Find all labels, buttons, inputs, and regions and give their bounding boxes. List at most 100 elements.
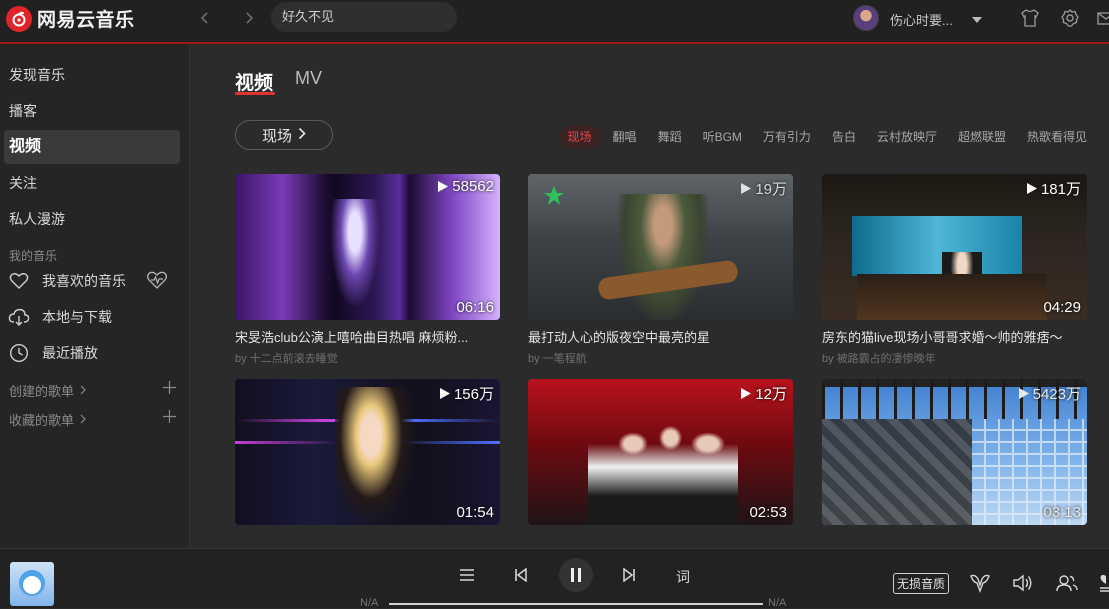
sidebar-item-liked-music[interactable]: 我喜欢的音乐 — [8, 266, 184, 296]
category-select-button[interactable]: 现场 — [235, 120, 333, 150]
my-music-header: 我的音乐 — [9, 249, 58, 263]
video-author-line: by 一笔程航 — [528, 353, 587, 365]
video-thumbnail[interactable]: 181万 04:29 — [822, 174, 1087, 320]
volume-icon[interactable] — [1011, 571, 1035, 595]
tag-cinema[interactable]: 云村放映厅 — [869, 125, 945, 148]
video-duration: 03:13 — [1043, 504, 1081, 521]
channel-logo-icon — [542, 184, 566, 208]
playlist-queue-icon[interactable] — [1094, 571, 1109, 595]
tag-cover[interactable]: 翻唱 — [605, 125, 645, 148]
play-count: 19万 — [741, 178, 787, 199]
tag-confession[interactable]: 告白 — [824, 125, 864, 148]
tag-dance[interactable]: 舞蹈 — [650, 125, 690, 148]
caret-down-icon[interactable] — [972, 12, 982, 27]
video-card[interactable]: 156万 01:54 — [235, 379, 500, 525]
video-author[interactable]: 一笔程航 — [543, 353, 587, 365]
pause-button[interactable] — [559, 558, 593, 592]
play-count: 58562 — [438, 178, 494, 195]
play-triangle-icon — [741, 388, 752, 399]
back-arrow-icon[interactable] — [194, 8, 216, 28]
play-count: 5423万 — [1018, 383, 1081, 404]
category-tags: 现场 翻唱 舞蹈 听BGM 万有引力 告白 云村放映厅 超燃联盟 热歌看得见 — [555, 125, 1095, 148]
progress-bar[interactable] — [389, 603, 763, 605]
sidebar: 发现音乐 播客 视频 关注 私人漫游 我的音乐 我喜欢的音乐 本地与下载 最近播… — [0, 44, 190, 548]
video-card[interactable]: 5423万 03:13 — [822, 379, 1087, 525]
sidebar-item-private-roam[interactable]: 私人漫游 — [4, 202, 180, 236]
forward-arrow-icon[interactable] — [238, 8, 260, 28]
main-content: 视频 MV 现场 现场 翻唱 舞蹈 听BGM 万有引力 告白 云村放映厅 超燃联… — [191, 44, 1109, 548]
sidebar-item-follow[interactable]: 关注 — [4, 166, 180, 200]
video-thumbnail[interactable]: 19万 — [528, 174, 793, 320]
search-input[interactable]: 好久不见 — [271, 2, 457, 32]
total-time: N/A — [768, 597, 787, 609]
video-author[interactable]: 被路霸占的凄惨晚年 — [837, 353, 936, 365]
pause-icon — [571, 568, 581, 582]
sidebar-item-label: 本地与下载 — [42, 309, 112, 325]
tag-burning[interactable]: 超燃联盟 — [950, 125, 1014, 148]
video-card[interactable]: 19万 最打动人心的版夜空中最亮的星 by 一笔程航 — [528, 174, 793, 366]
playlist-mode-icon[interactable] — [451, 559, 483, 591]
create-playlist-plus-icon[interactable] — [163, 378, 176, 399]
play-count: 181万 — [1026, 178, 1081, 199]
collected-playlists-toggle[interactable]: 收藏的歌单 — [9, 410, 86, 429]
user-avatar[interactable] — [853, 5, 879, 31]
play-triangle-icon — [438, 181, 449, 192]
skin-tshirt-icon[interactable] — [1019, 7, 1041, 29]
tag-gravity[interactable]: 万有引力 — [755, 125, 819, 148]
user-name[interactable]: 伤心时要... — [890, 10, 953, 29]
sidebar-item-discover[interactable]: 发现音乐 — [4, 58, 180, 92]
play-count: 12万 — [741, 383, 787, 404]
listen-together-icon[interactable] — [1055, 571, 1079, 595]
video-card[interactable]: 12万 02:53 — [528, 379, 793, 525]
video-title[interactable]: 最打动人心的版夜空中最亮的星 — [528, 327, 790, 346]
quality-badge[interactable]: 无损音质 — [893, 573, 950, 594]
next-track-icon[interactable] — [613, 559, 645, 591]
play-triangle-icon — [1026, 183, 1037, 194]
chevron-right-icon — [80, 412, 86, 427]
video-duration: 02:53 — [749, 504, 787, 521]
tab-video[interactable]: 视频 — [235, 68, 273, 95]
netease-logo-icon — [6, 5, 32, 32]
tab-mv[interactable]: MV — [295, 68, 322, 89]
lyric-button[interactable]: 词 — [676, 567, 690, 587]
video-thumbnail[interactable]: 58562 06:16 — [235, 174, 500, 320]
sidebar-item-video[interactable]: 视频 — [4, 130, 180, 164]
tag-hit-songs[interactable]: 热歌看得见 — [1019, 125, 1095, 148]
chevron-right-icon — [298, 127, 306, 144]
sidebar-item-label: 最近播放 — [42, 345, 98, 361]
active-tab-underline — [235, 92, 275, 95]
settings-gear-icon[interactable] — [1059, 7, 1081, 29]
video-author-line: by 十二点前滚去睡觉 — [235, 353, 338, 365]
sound-effect-icon[interactable] — [968, 571, 992, 595]
album-cover[interactable] — [10, 562, 54, 606]
chevron-right-icon — [80, 383, 86, 398]
sidebar-item-label: 我喜欢的音乐 — [42, 273, 126, 289]
collect-playlist-plus-icon[interactable] — [163, 407, 176, 428]
video-card[interactable]: 58562 06:16 宋旻浩club公演上嘻哈曲目热唱 麻烦粉... by 十… — [235, 174, 500, 366]
player-bar: 词 N/A N/A 无损音质 — [0, 548, 1109, 609]
tag-bgm[interactable]: 听BGM — [695, 125, 750, 148]
previous-track-icon[interactable] — [505, 559, 537, 591]
cloud-download-icon — [8, 306, 30, 328]
play-triangle-icon — [439, 388, 450, 399]
video-thumbnail[interactable]: 5423万 03:13 — [822, 379, 1087, 525]
mail-icon[interactable] — [1094, 7, 1109, 29]
tag-live[interactable]: 现场 — [559, 125, 600, 148]
video-author-line: by 被路霸占的凄惨晚年 — [822, 353, 936, 365]
video-author[interactable]: 十二点前滚去睡觉 — [250, 353, 338, 365]
video-title[interactable]: 房东的猫live现场小哥哥求婚～帅的雅痞～ — [822, 327, 1084, 346]
video-thumbnail[interactable]: 156万 01:54 — [235, 379, 500, 525]
video-card[interactable]: 181万 04:29 房东的猫live现场小哥哥求婚～帅的雅痞～ by 被路霸占… — [822, 174, 1087, 366]
sidebar-item-podcast[interactable]: 播客 — [4, 94, 180, 128]
video-duration: 01:54 — [456, 504, 494, 521]
category-label: 现场 — [261, 127, 292, 145]
play-count: 156万 — [439, 383, 494, 404]
created-playlists-toggle[interactable]: 创建的歌单 — [9, 381, 86, 400]
app-logo[interactable]: 网易云音乐 — [6, 5, 135, 32]
heart-icon — [8, 270, 30, 292]
video-title[interactable]: 宋旻浩club公演上嘻哈曲目热唱 麻烦粉... — [235, 327, 497, 346]
sidebar-item-local-download[interactable]: 本地与下载 — [8, 302, 184, 332]
video-thumbnail[interactable]: 12万 02:53 — [528, 379, 793, 525]
heartbeat-mode-icon[interactable] — [146, 270, 168, 293]
sidebar-item-recent[interactable]: 最近播放 — [8, 338, 184, 368]
